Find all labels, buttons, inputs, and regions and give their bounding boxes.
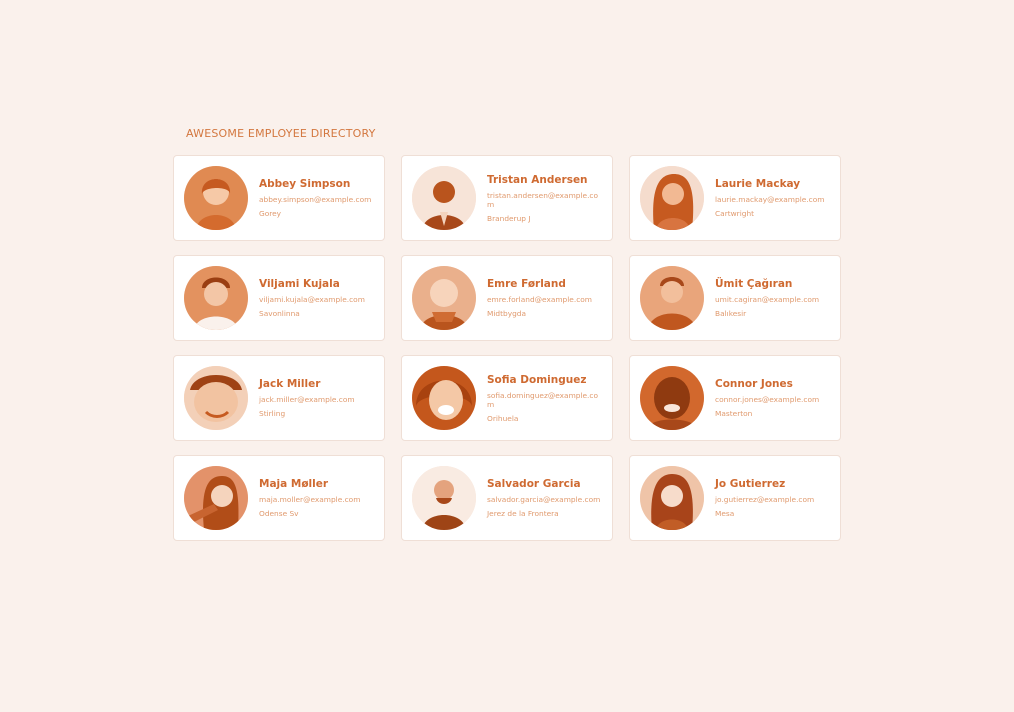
avatar [412,166,476,230]
employee-card[interactable]: Emre Førland emre.forland@example.com Mi… [401,255,613,341]
employee-card[interactable]: Viljami Kujala viljami.kujala@example.co… [173,255,385,341]
employee-email: laurie.mackay@example.com [715,195,825,204]
employee-city: Stirling [259,409,286,418]
employee-city: Orihuela [487,413,519,423]
employee-name: Ümit Çağıran [715,278,793,290]
employee-name: Sofia Dominguez [487,373,587,386]
photo-icon [184,266,248,330]
photo-icon [412,366,476,430]
employee-name: Laurie Mackay [715,178,801,190]
avatar [412,466,476,530]
employee-name: Emre Førland [487,278,566,290]
employee-city: Midtbygda [487,309,526,318]
photo-icon [640,266,704,330]
employee-card[interactable]: Laurie Mackay laurie.mackay@example.com … [629,155,841,241]
employee-card[interactable]: Jack Miller jack.miller@example.com Stir… [173,355,385,441]
avatar [184,466,248,530]
employee-card[interactable]: Maja Møller maja.moller@example.com Oden… [173,455,385,541]
employee-name: Jack Miller [259,378,321,390]
employee-email: sofia.dominguez@example.com [487,390,598,409]
employee-name: Viljami Kujala [259,278,340,290]
employee-city: Odense Sv [259,509,299,518]
avatar [640,466,704,530]
page-title: AWESOME EMPLOYEE DIRECTORY [186,127,376,140]
employee-grid: Abbey Simpson abbey.simpson@example.com … [173,155,841,541]
employee-email: jack.miller@example.com [259,395,355,404]
avatar [184,366,248,430]
employee-city: Cartwright [715,209,755,218]
avatar [640,166,704,230]
employee-city: Mesa [715,509,735,518]
employee-name: Jo Gutierrez [715,478,786,490]
employee-name: Tristan Andersen [487,173,588,186]
employee-email: viljami.kujala@example.com [259,295,365,304]
employee-email: jo.gutierrez@example.com [715,495,815,504]
employee-card[interactable]: Abbey Simpson abbey.simpson@example.com … [173,155,385,241]
employee-name: Salvador Garcia [487,478,581,490]
photo-icon [184,166,248,230]
photo-icon [184,466,248,530]
employee-card[interactable]: Connor Jones connor.jones@example.com Ma… [629,355,841,441]
employee-name: Connor Jones [715,378,793,390]
employee-card[interactable]: Tristan Andersen tristan.andersen@exampl… [401,155,613,241]
employee-email: emre.forland@example.com [487,295,592,304]
employee-city: Balıkesir [715,309,747,318]
employee-card[interactable]: Sofia Dominguez sofia.dominguez@example.… [401,355,613,441]
employee-card[interactable]: Salvador Garcia salvador.garcia@example.… [401,455,613,541]
employee-city: Masterton [715,409,753,418]
photo-icon [640,466,704,530]
employee-city: Branderup J [487,213,531,223]
employee-email: salvador.garcia@example.com [487,495,601,504]
avatar [184,266,248,330]
avatar [412,366,476,430]
employee-city: Jerez de la Frontera [487,509,559,518]
employee-city: Gorey [259,209,282,218]
employee-card[interactable]: Ümit Çağıran umit.cagiran@example.com Ba… [629,255,841,341]
photo-icon [412,266,476,330]
photo-icon [640,166,704,230]
avatar [412,266,476,330]
employee-city: Savonlinna [259,309,300,318]
employee-name: Maja Møller [259,478,329,490]
employee-email: maja.moller@example.com [259,495,361,504]
photo-icon [184,366,248,430]
avatar [184,166,248,230]
employee-email: abbey.simpson@example.com [259,195,372,204]
employee-email: connor.jones@example.com [715,395,820,404]
avatar [640,266,704,330]
employee-directory: AWESOME EMPLOYEE DIRECTORY Abbey Simpson… [173,125,841,541]
avatar [640,366,704,430]
employee-name: Abbey Simpson [259,178,351,190]
photo-icon [640,366,704,430]
employee-email: tristan.andersen@example.com [487,190,599,209]
photo-icon [412,466,476,530]
photo-icon [412,166,476,230]
employee-email: umit.cagiran@example.com [715,295,820,304]
employee-card[interactable]: Jo Gutierrez jo.gutierrez@example.com Me… [629,455,841,541]
